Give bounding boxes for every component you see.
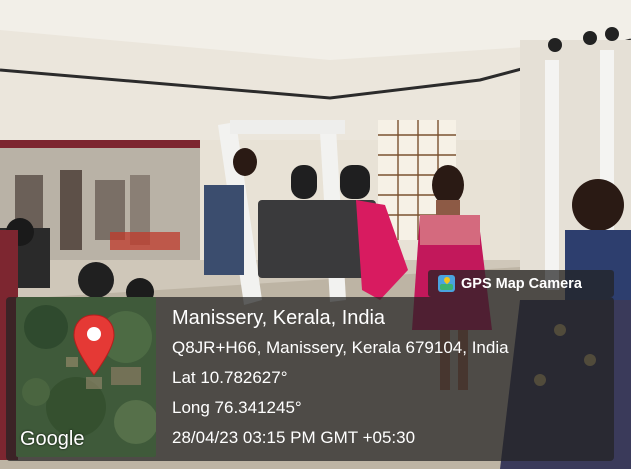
- address: Q8JR+H66, Manissery, Kerala 679104, Indi…: [172, 338, 509, 357]
- satellite-map-thumbnail: Google: [16, 297, 156, 457]
- longitude: Long 76.341245°: [172, 398, 302, 417]
- google-attribution: Google: [20, 428, 85, 450]
- location-details: Manissery, Kerala, India Q8JR+H66, Manis…: [172, 303, 509, 453]
- place-name: Manissery, Kerala, India: [172, 307, 386, 329]
- timestamp: 28/04/23 03:15 PM GMT +05:30: [172, 428, 416, 447]
- gps-map-camera-app-icon: [438, 275, 455, 292]
- gps-map-camera-badge: GPS Map Camera: [428, 270, 614, 297]
- location-overlay: Google Manissery, Kerala, India Q8JR+H66…: [6, 297, 614, 461]
- photo-frame: GPS Map Camera Google Manissery, Kerala,…: [0, 0, 631, 469]
- badge-label: GPS Map Camera: [461, 275, 582, 292]
- latitude: Lat 10.782627°: [172, 368, 288, 387]
